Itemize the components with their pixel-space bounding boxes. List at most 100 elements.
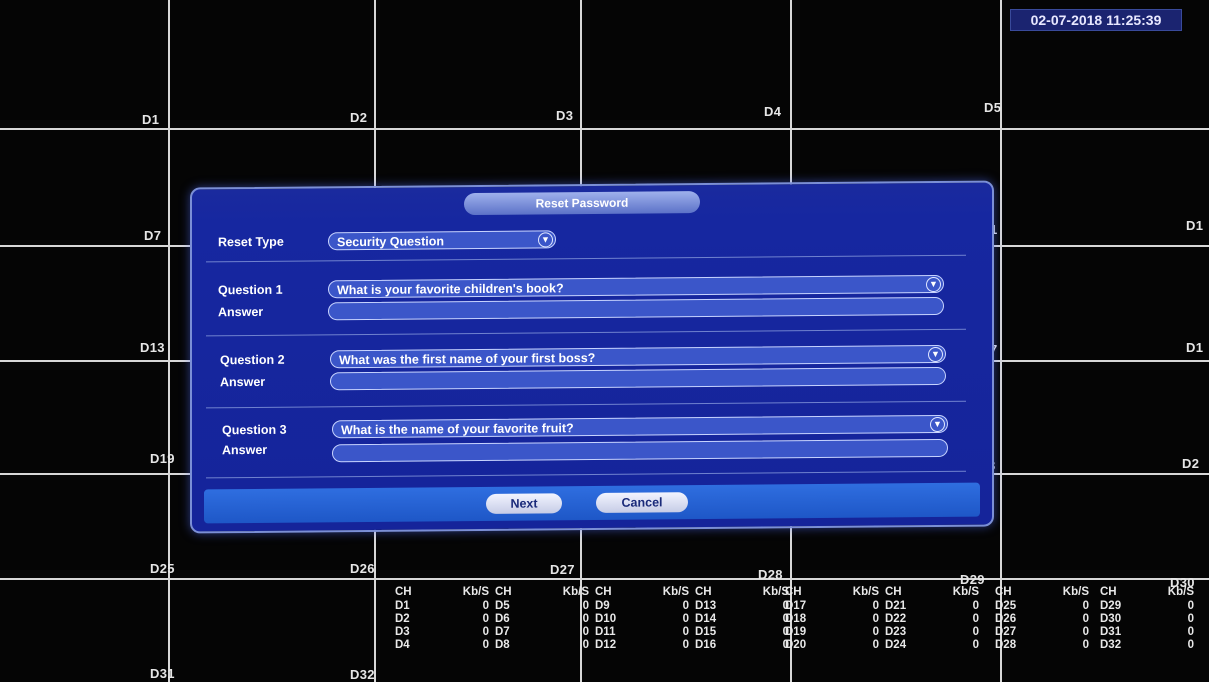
stats-header-ch: CH bbox=[1100, 586, 1117, 598]
stats-column: CH Kb/S D13 0 D14 0 D15 0 D16 0 bbox=[695, 586, 795, 652]
bitrate-stats-panel: CH Kb/S D1 0 D2 0 D3 0 D4 0 CH Kb/S D5 0 D6 0 D7 0 D8 0 CH Kb… bbox=[395, 586, 1209, 682]
stats-kbs-value: 0 bbox=[872, 613, 879, 625]
stats-row: D15 0 bbox=[695, 626, 795, 639]
channel-label: D19 bbox=[150, 451, 175, 466]
stats-channel: D30 bbox=[1100, 613, 1122, 625]
stats-channel: D8 bbox=[495, 639, 510, 651]
cancel-button[interactable]: Cancel bbox=[596, 492, 688, 513]
stats-channel: D14 bbox=[695, 613, 717, 625]
stats-kbs-value: 0 bbox=[682, 639, 689, 651]
stats-channel: D32 bbox=[1100, 639, 1122, 651]
stats-header-ch: CH bbox=[995, 586, 1012, 598]
dialog-footer: Next Cancel bbox=[204, 482, 980, 524]
stats-channel: D29 bbox=[1100, 600, 1122, 612]
stats-column: CH Kb/S D5 0 D6 0 D7 0 D8 0 bbox=[495, 586, 595, 652]
stats-kbs-value: 0 bbox=[1082, 600, 1089, 612]
stats-header-kbs: Kb/S bbox=[462, 586, 489, 598]
stats-row: D23 0 bbox=[885, 626, 985, 639]
stats-column: CH Kb/S D17 0 D18 0 D19 0 D20 0 bbox=[785, 586, 885, 652]
channel-label: D25 bbox=[150, 561, 175, 576]
stats-row: D28 0 bbox=[995, 639, 1095, 652]
channel-label: D3 bbox=[556, 108, 574, 123]
stats-row: D14 0 bbox=[695, 613, 795, 626]
stats-row: D25 0 bbox=[995, 600, 1095, 613]
answer-2-label: Answer bbox=[220, 374, 266, 390]
stats-header-kbs: Kb/S bbox=[562, 586, 589, 598]
stats-header: CH Kb/S bbox=[885, 586, 985, 600]
question-2-select[interactable]: What was the first name of your first bo… bbox=[330, 344, 946, 369]
stats-kbs-value: 0 bbox=[872, 639, 879, 651]
question-3-label: Question 3 bbox=[222, 422, 287, 438]
stats-column: CH Kb/S D9 0 D10 0 D11 0 D12 0 bbox=[595, 586, 695, 652]
stats-kbs-value: 0 bbox=[972, 626, 979, 638]
chevron-down-icon: ▼ bbox=[930, 416, 945, 433]
reset-type-label: Reset Type bbox=[218, 234, 284, 250]
stats-header-ch: CH bbox=[595, 586, 612, 598]
chevron-down-icon: ▼ bbox=[928, 346, 943, 363]
separator bbox=[206, 254, 966, 263]
stats-channel: D17 bbox=[785, 600, 807, 612]
stats-header-kbs: Kb/S bbox=[1167, 586, 1194, 598]
stats-channel: D11 bbox=[595, 626, 616, 638]
stats-row: D18 0 bbox=[785, 613, 885, 626]
separator bbox=[206, 328, 966, 337]
stats-header: CH Kb/S bbox=[1100, 586, 1200, 600]
answer-3-input[interactable] bbox=[332, 438, 948, 463]
channel-label: D7 bbox=[144, 228, 162, 243]
stats-channel: D6 bbox=[495, 613, 510, 625]
stats-channel: D31 bbox=[1100, 626, 1122, 638]
stats-row: D24 0 bbox=[885, 639, 985, 652]
stats-header-ch: CH bbox=[695, 586, 712, 598]
stats-channel: D26 bbox=[995, 613, 1017, 625]
stats-header-kbs: Kb/S bbox=[1062, 586, 1089, 598]
stats-kbs-value: 0 bbox=[582, 600, 589, 612]
question-3-select[interactable]: What is the name of your favorite fruit?… bbox=[332, 414, 948, 439]
stats-kbs-value: 0 bbox=[972, 639, 979, 651]
stats-channel: D23 bbox=[885, 626, 907, 638]
stats-channel: D5 bbox=[495, 600, 510, 612]
answer-1-input[interactable] bbox=[328, 296, 944, 321]
channel-label: D2 bbox=[1182, 456, 1200, 471]
stats-channel: D4 bbox=[395, 639, 410, 651]
answer-2-input[interactable] bbox=[330, 366, 946, 391]
stats-channel: D10 bbox=[595, 613, 617, 625]
stats-kbs-value: 0 bbox=[482, 626, 489, 638]
stats-header-ch: CH bbox=[885, 586, 902, 598]
stats-row: D16 0 bbox=[695, 639, 795, 652]
channel-label: D29 bbox=[960, 572, 985, 587]
answer-1-label: Answer bbox=[218, 304, 264, 320]
stats-channel: D21 bbox=[885, 600, 907, 612]
stats-header-kbs: Kb/S bbox=[952, 586, 979, 598]
stats-channel: D19 bbox=[785, 626, 807, 638]
stats-row: D17 0 bbox=[785, 600, 885, 613]
stats-kbs-value: 0 bbox=[682, 613, 689, 625]
dialog-title[interactable]: Reset Password bbox=[464, 191, 700, 216]
answer-3-label: Answer bbox=[222, 442, 268, 458]
stats-header-ch: CH bbox=[785, 586, 802, 598]
stats-kbs-value: 0 bbox=[972, 613, 979, 625]
question-3-value: What is the name of your favorite fruit? bbox=[341, 421, 574, 438]
stats-header-kbs: Kb/S bbox=[852, 586, 879, 598]
question-1-select[interactable]: What is your favorite children's book? ▼ bbox=[328, 274, 944, 299]
question-2-value: What was the first name of your first bo… bbox=[339, 350, 596, 368]
reset-type-select[interactable]: Security Question ▼ bbox=[328, 230, 556, 251]
next-button[interactable]: Next bbox=[486, 493, 562, 514]
stats-row: D11 0 bbox=[595, 626, 695, 639]
stats-header-kbs: Kb/S bbox=[662, 586, 689, 598]
grid-line bbox=[168, 0, 170, 682]
stats-channel: D20 bbox=[785, 639, 807, 651]
stats-kbs-value: 0 bbox=[1082, 613, 1089, 625]
channel-label: D1 bbox=[1186, 340, 1204, 355]
stats-channel: D18 bbox=[785, 613, 807, 625]
stats-row: D29 0 bbox=[1100, 600, 1200, 613]
stats-row: D3 0 bbox=[395, 626, 495, 639]
stats-row: D4 0 bbox=[395, 639, 495, 652]
stats-row: D10 0 bbox=[595, 613, 695, 626]
stats-kbs-value: 0 bbox=[482, 600, 489, 612]
grid-line bbox=[0, 128, 1209, 130]
stats-kbs-value: 0 bbox=[872, 626, 879, 638]
stats-kbs-value: 0 bbox=[582, 639, 589, 651]
stats-row: D1 0 bbox=[395, 600, 495, 613]
stats-kbs-value: 0 bbox=[1187, 600, 1194, 612]
channel-label: D31 bbox=[150, 666, 175, 681]
